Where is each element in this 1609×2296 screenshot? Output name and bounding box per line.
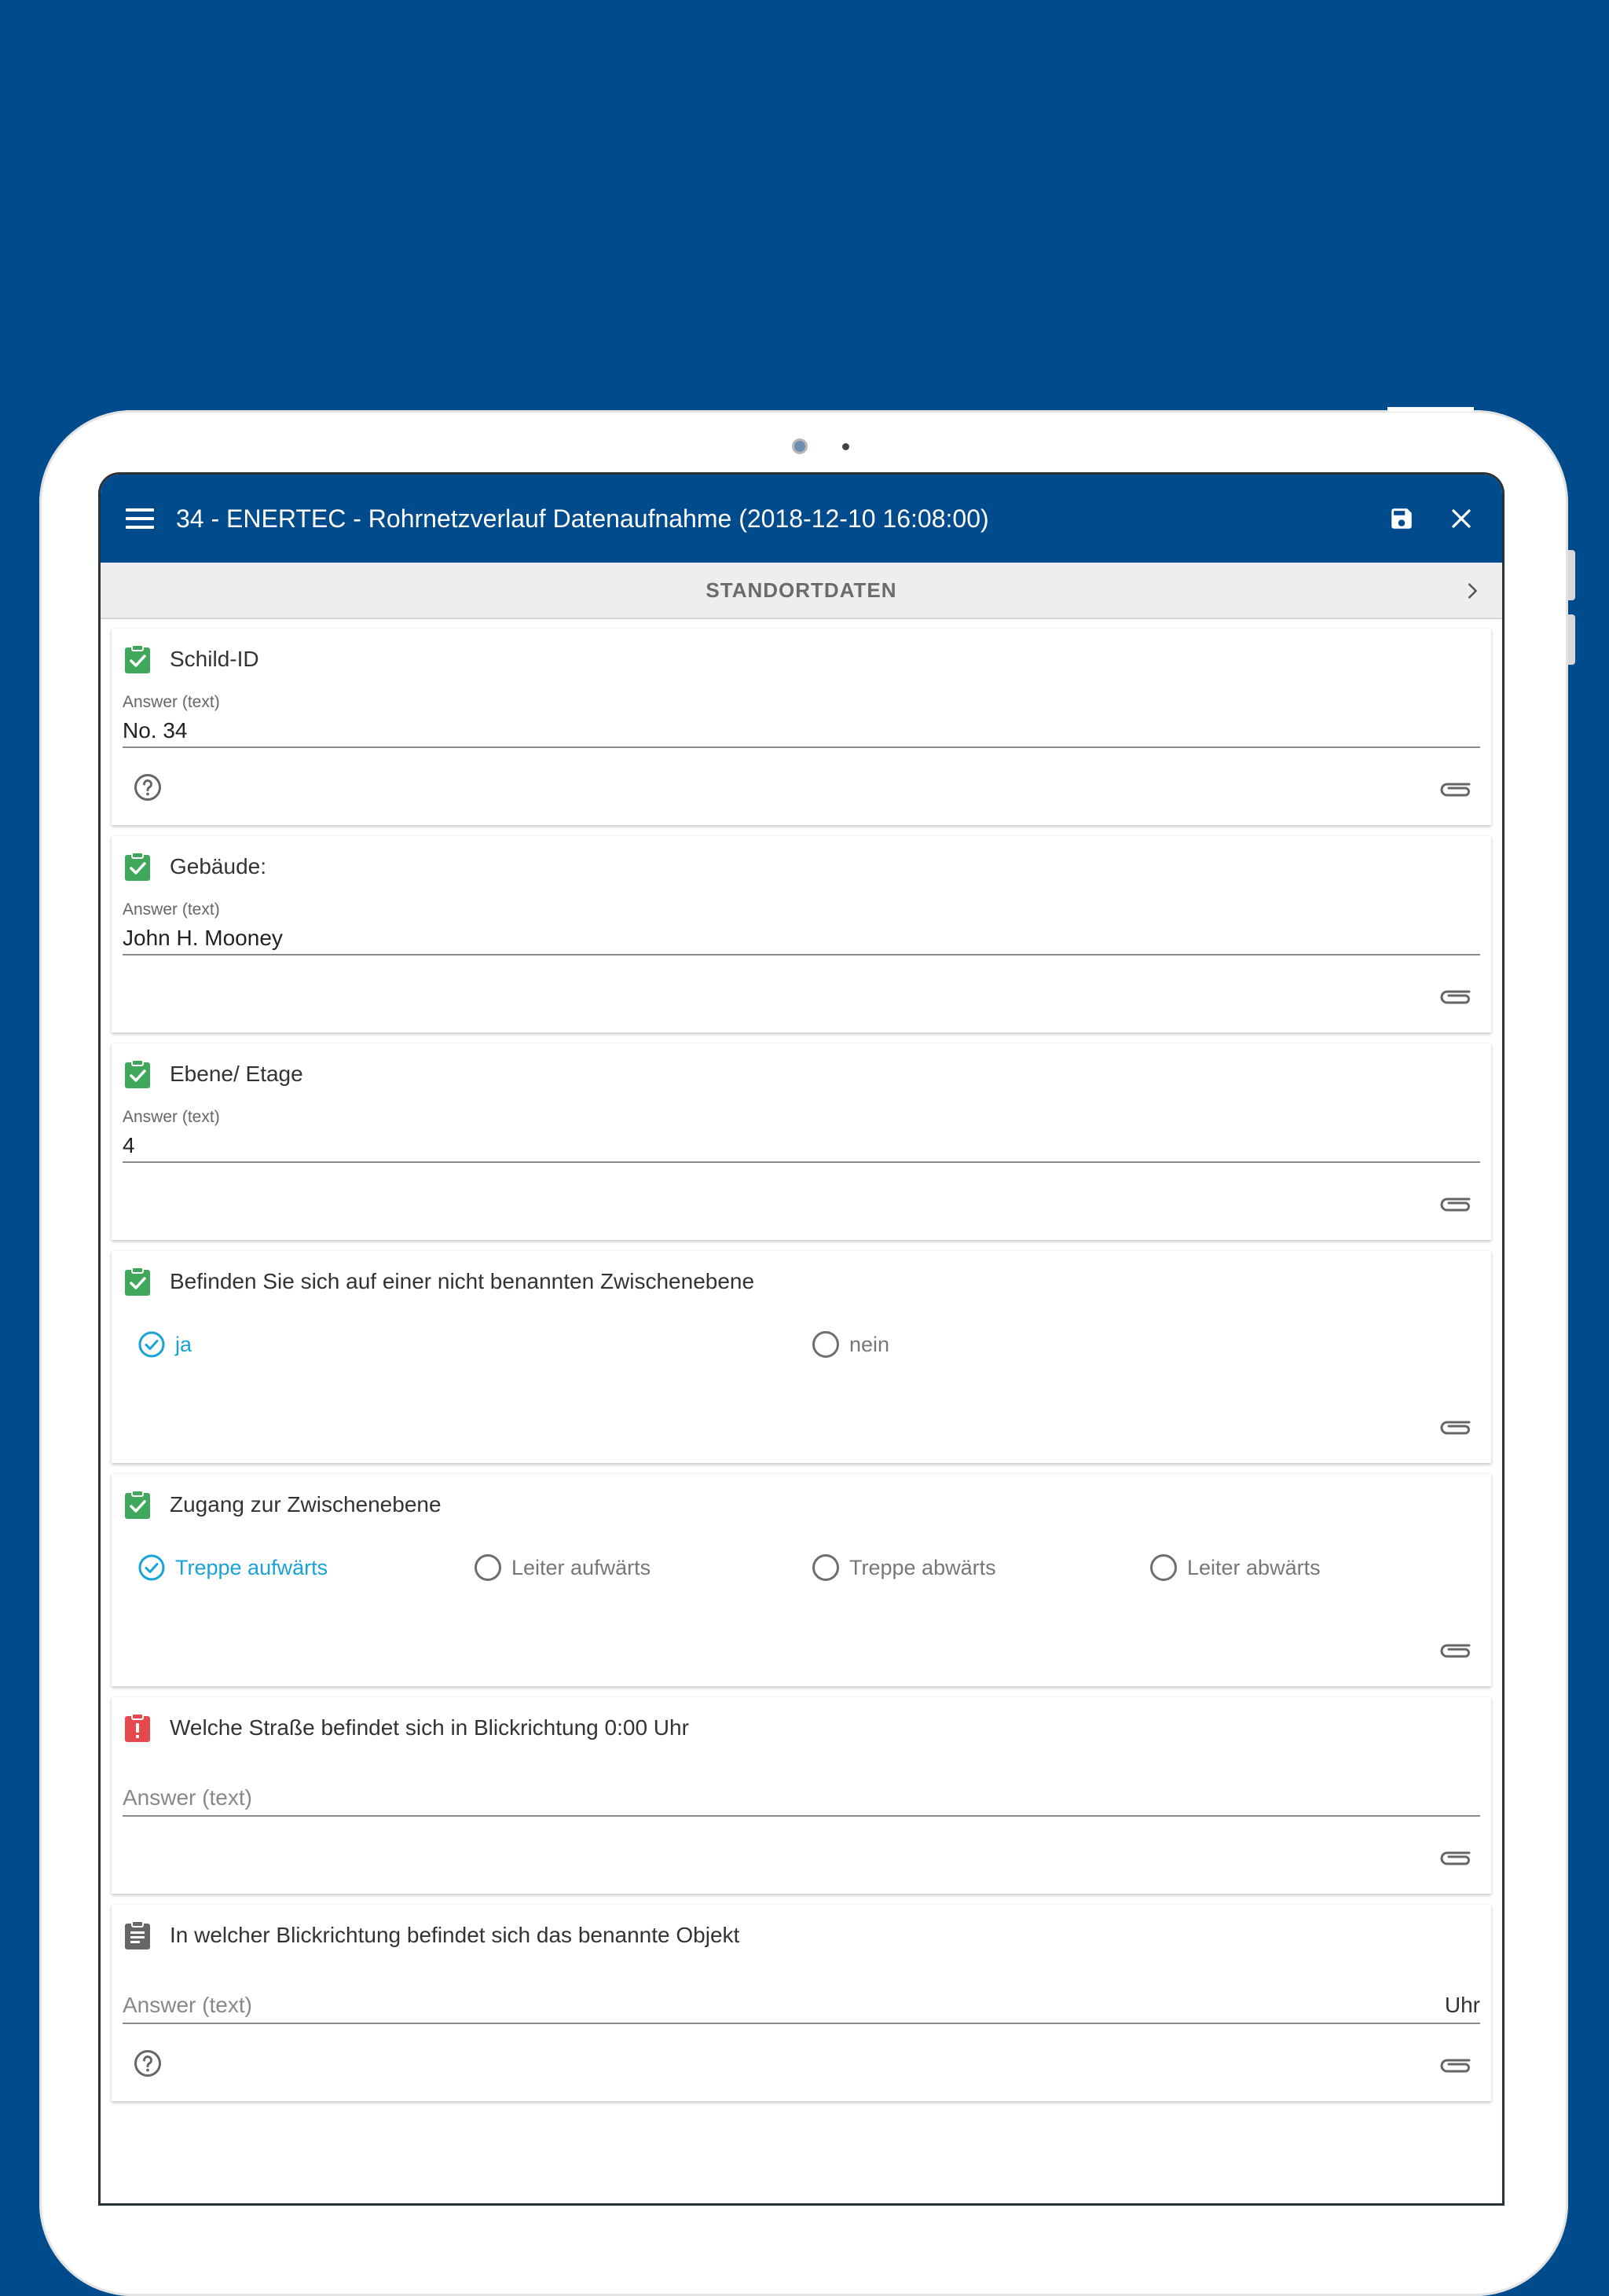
question-header: Schild-ID bbox=[124, 644, 259, 674]
question-header: Befinden Sie sich auf einer nicht benann… bbox=[124, 1267, 754, 1297]
attachment-icon[interactable] bbox=[1439, 1847, 1472, 1867]
attachment-icon[interactable] bbox=[1439, 1639, 1472, 1660]
field-underline bbox=[123, 2023, 1480, 2024]
app-screen: 34 - ENERTEC - Rohrnetzverlauf Datenaufn… bbox=[101, 475, 1502, 2203]
question-header: Welche Straße befindet sich in Blickrich… bbox=[124, 1713, 689, 1743]
field-underline bbox=[123, 1815, 1480, 1817]
question-label: Gebäude: bbox=[170, 854, 266, 878]
question-card: In welcher Blickrichtung befindet sich d… bbox=[112, 1905, 1491, 2101]
menu-icon[interactable] bbox=[126, 508, 154, 529]
option-label: Treppe abwärts bbox=[849, 1555, 996, 1579]
save-button[interactable] bbox=[1380, 497, 1424, 541]
question-header: Zugang zur Zwischenebene bbox=[124, 1490, 442, 1520]
clipboard-check-icon bbox=[125, 1267, 150, 1296]
radio-unchecked-icon bbox=[475, 1554, 501, 1581]
light-sensor bbox=[842, 443, 849, 450]
front-camera bbox=[792, 438, 808, 454]
radio-option-treppe-abwaerts[interactable]: Treppe abwärts bbox=[812, 1554, 996, 1581]
radio-option-leiter-abwaerts[interactable]: Leiter abwärts bbox=[1150, 1554, 1321, 1581]
help-icon[interactable] bbox=[134, 2049, 162, 2078]
question-header: In welcher Blickrichtung befindet sich d… bbox=[124, 1920, 739, 1950]
question-label: Befinden Sie sich auf einer nicht benann… bbox=[170, 1269, 755, 1293]
radio-option-treppe-aufwaerts[interactable]: Treppe aufwärts bbox=[138, 1554, 328, 1581]
radio-unchecked-icon bbox=[1150, 1554, 1177, 1581]
device-volume-down bbox=[1568, 614, 1575, 665]
question-label: Welche Straße befindet sich in Blickrich… bbox=[170, 1715, 689, 1740]
question-card: Schild-ID Answer (text) No. 34 bbox=[112, 629, 1491, 825]
radio-option-ja[interactable]: ja bbox=[138, 1331, 192, 1358]
field-label: Answer (text) bbox=[123, 693, 220, 711]
save-icon bbox=[1391, 508, 1412, 529]
option-label: ja bbox=[175, 1332, 192, 1356]
attachment-icon[interactable] bbox=[1439, 778, 1472, 798]
next-section-button[interactable] bbox=[1458, 577, 1486, 605]
field-underline bbox=[123, 954, 1480, 955]
question-header: Ebene/ Etage bbox=[124, 1059, 303, 1089]
radio-option-leiter-aufwaerts[interactable]: Leiter aufwärts bbox=[475, 1554, 651, 1581]
attachment-icon[interactable] bbox=[1439, 985, 1472, 1006]
question-card: Befinden Sie sich auf einer nicht benann… bbox=[112, 1251, 1491, 1463]
question-label: Schild-ID bbox=[170, 647, 259, 671]
clipboard-check-icon bbox=[125, 1490, 150, 1519]
question-header: Gebäude: bbox=[124, 852, 266, 882]
radio-checked-icon bbox=[138, 1554, 165, 1581]
field-underline bbox=[123, 746, 1480, 748]
question-card: Welche Straße befindet sich in Blickrich… bbox=[112, 1697, 1491, 1894]
attachment-icon[interactable] bbox=[1439, 1193, 1472, 1213]
question-card: Gebäude: Answer (text) John H. Mooney bbox=[112, 836, 1491, 1032]
question-label: Zugang zur Zwischenebene bbox=[170, 1492, 442, 1517]
help-icon[interactable] bbox=[134, 773, 162, 801]
chevron-right-icon bbox=[1468, 583, 1477, 599]
radio-checked-icon bbox=[138, 1331, 165, 1358]
answer-text-field[interactable]: John H. Mooney bbox=[123, 926, 283, 951]
question-label: In welcher Blickrichtung befindet sich d… bbox=[170, 1923, 740, 1947]
option-label: Treppe aufwärts bbox=[175, 1555, 328, 1579]
clipboard-alert-icon bbox=[125, 1713, 150, 1742]
radio-option-nein[interactable]: nein bbox=[812, 1331, 889, 1358]
question-card: Ebene/ Etage Answer (text) 4 bbox=[112, 1043, 1491, 1240]
clipboard-check-icon bbox=[125, 1059, 150, 1088]
answer-text-field[interactable]: 4 bbox=[123, 1133, 135, 1158]
attachment-icon[interactable] bbox=[1439, 1416, 1472, 1436]
section-title: STANDORTDATEN bbox=[706, 578, 897, 602]
unit-label: Uhr bbox=[1444, 1993, 1480, 2017]
device-top-button bbox=[1387, 407, 1474, 412]
radio-unchecked-icon bbox=[812, 1554, 839, 1581]
answer-text-field[interactable]: No. 34 bbox=[123, 718, 188, 743]
clipboard-check-icon bbox=[125, 644, 150, 673]
field-label: Answer (text) bbox=[123, 1108, 220, 1126]
field-label: Answer (text) bbox=[123, 900, 220, 919]
field-underline bbox=[123, 1161, 1480, 1163]
clipboard-check-icon bbox=[125, 852, 150, 881]
question-label: Ebene/ Etage bbox=[170, 1062, 303, 1086]
question-card: Zugang zur Zwischenebene Treppe aufwärts… bbox=[112, 1474, 1491, 1686]
device-volume-up bbox=[1568, 550, 1575, 600]
option-label: nein bbox=[849, 1332, 890, 1356]
clipboard-text-icon bbox=[125, 1920, 150, 1949]
question-list: Schild-ID Answer (text) No. 34 Gebäude: … bbox=[101, 629, 1502, 2112]
answer-text-field[interactable]: Answer (text) bbox=[123, 1993, 252, 2018]
answer-text-field[interactable]: Answer (text) bbox=[123, 1785, 252, 1810]
close-icon bbox=[1452, 509, 1471, 528]
attachment-icon[interactable] bbox=[1439, 2054, 1472, 2074]
app-bar: 34 - ENERTEC - Rohrnetzverlauf Datenaufn… bbox=[101, 475, 1502, 563]
close-button[interactable] bbox=[1439, 497, 1483, 541]
option-label: Leiter abwärts bbox=[1187, 1555, 1321, 1579]
section-header: STANDORTDATEN bbox=[101, 563, 1502, 619]
option-label: Leiter aufwärts bbox=[511, 1555, 651, 1579]
radio-unchecked-icon bbox=[812, 1331, 839, 1358]
page-title: 34 - ENERTEC - Rohrnetzverlauf Datenaufn… bbox=[176, 504, 989, 533]
